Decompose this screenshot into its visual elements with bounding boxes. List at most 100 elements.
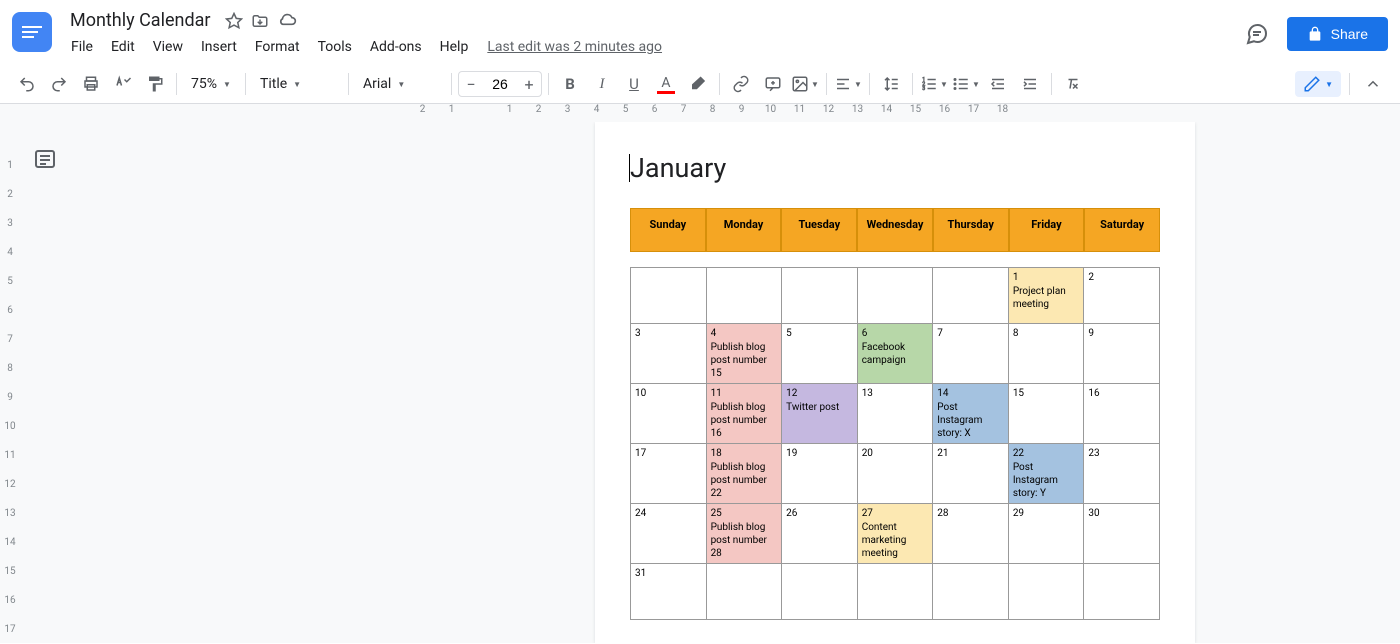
font-size-input[interactable] xyxy=(483,72,517,96)
calendar-cell[interactable]: 8 xyxy=(1008,324,1084,384)
calendar-cell[interactable]: 29 xyxy=(1008,504,1084,564)
calendar-cell[interactable]: 24 xyxy=(631,504,707,564)
clear-format-icon[interactable] xyxy=(1058,69,1088,99)
calendar-cell[interactable]: 27Content marketing meeting xyxy=(857,504,933,564)
calendar-cell[interactable] xyxy=(933,268,1009,324)
numbered-list-icon[interactable]: 123▼ xyxy=(919,69,949,99)
zoom-select[interactable]: 75%▼ xyxy=(183,69,239,99)
calendar-cell[interactable]: 31 xyxy=(631,564,707,620)
calendar-cell[interactable] xyxy=(706,268,782,324)
menu-file[interactable]: File xyxy=(64,35,100,59)
text-color-icon[interactable]: A xyxy=(651,69,681,99)
calendar-cell[interactable]: 22Post Instagram story: Y xyxy=(1008,444,1084,504)
paint-format-icon[interactable] xyxy=(140,69,170,99)
calendar-cell[interactable]: 12Twitter post xyxy=(782,384,858,444)
move-icon[interactable] xyxy=(251,12,269,30)
calendar-cell[interactable] xyxy=(631,268,707,324)
font-select[interactable]: Arial▼ xyxy=(355,69,445,99)
calendar-cell[interactable] xyxy=(1008,564,1084,620)
calendar-cell[interactable]: 20 xyxy=(857,444,933,504)
calendar-cell[interactable] xyxy=(933,564,1009,620)
undo-icon[interactable] xyxy=(12,69,42,99)
bold-icon[interactable]: B xyxy=(555,69,585,99)
line-spacing-icon[interactable] xyxy=(876,69,906,99)
calendar-cell[interactable]: 5 xyxy=(782,324,858,384)
decrease-size-button[interactable]: − xyxy=(459,72,483,96)
calendar-cell[interactable]: 21 xyxy=(933,444,1009,504)
outline-icon[interactable] xyxy=(33,147,57,171)
calendar-cell[interactable]: 9 xyxy=(1084,324,1160,384)
ruler-tick: 4 xyxy=(582,104,611,115)
day-number: 23 xyxy=(1088,447,1155,460)
calendar-cell[interactable]: 13 xyxy=(857,384,933,444)
menu-edit[interactable]: Edit xyxy=(104,35,142,59)
menu-view[interactable]: View xyxy=(146,35,190,59)
calendar-cell[interactable] xyxy=(857,564,933,620)
docs-logo[interactable] xyxy=(12,12,52,52)
increase-size-button[interactable]: + xyxy=(517,72,541,96)
calendar-cell[interactable]: 2 xyxy=(1084,268,1160,324)
menu-tools[interactable]: Tools xyxy=(311,35,359,59)
horizontal-ruler[interactable]: 21123456789101112131415161718 xyxy=(0,104,1400,122)
calendar-cell[interactable]: 28 xyxy=(933,504,1009,564)
calendar-body[interactable]: 1Project plan meeting234Publish blog pos… xyxy=(630,267,1160,620)
calendar-cell[interactable]: 3 xyxy=(631,324,707,384)
calendar-cell[interactable] xyxy=(782,564,858,620)
calendar-event: Twitter post xyxy=(786,401,853,414)
calendar-cell[interactable]: 30 xyxy=(1084,504,1160,564)
calendar-cell[interactable]: 18Publish blog post number 22 xyxy=(706,444,782,504)
calendar-cell[interactable]: 15 xyxy=(1008,384,1084,444)
doc-title[interactable]: Monthly Calendar xyxy=(64,8,217,33)
paragraph-style-select[interactable]: Title▼ xyxy=(252,69,342,99)
image-icon[interactable]: ▼ xyxy=(790,69,820,99)
last-edit[interactable]: Last edit was 2 minutes ago xyxy=(487,39,662,55)
spellcheck-icon[interactable] xyxy=(108,69,138,99)
calendar-cell[interactable]: 26 xyxy=(782,504,858,564)
cloud-icon[interactable] xyxy=(277,11,297,31)
link-icon[interactable] xyxy=(726,69,756,99)
redo-icon[interactable] xyxy=(44,69,74,99)
align-icon[interactable]: ▼ xyxy=(833,69,863,99)
decrease-indent-icon[interactable] xyxy=(983,69,1013,99)
calendar-cell[interactable]: 19 xyxy=(782,444,858,504)
chevron-down-icon: ▼ xyxy=(940,80,948,89)
italic-icon[interactable]: I xyxy=(587,69,617,99)
calendar-cell[interactable]: 25Publish blog post number 28 xyxy=(706,504,782,564)
menu-addons[interactable]: Add-ons xyxy=(363,35,429,59)
calendar-cell[interactable]: 23 xyxy=(1084,444,1160,504)
menu-help[interactable]: Help xyxy=(433,35,476,59)
ruler-tick: 1 xyxy=(0,151,20,180)
menu-insert[interactable]: Insert xyxy=(194,35,244,59)
document-page[interactable]: January SundayMondayTuesdayWednesdayThur… xyxy=(595,122,1195,643)
calendar-cell[interactable] xyxy=(706,564,782,620)
star-icon[interactable] xyxy=(225,12,243,30)
print-icon[interactable] xyxy=(76,69,106,99)
ruler-tick: 3 xyxy=(553,104,582,115)
ruler-tick: 7 xyxy=(0,325,20,354)
calendar-cell[interactable]: 11Publish blog post number 16 xyxy=(706,384,782,444)
menu-format[interactable]: Format xyxy=(248,35,307,59)
collapse-icon[interactable] xyxy=(1358,69,1388,99)
increase-indent-icon[interactable] xyxy=(1015,69,1045,99)
underline-icon[interactable]: U xyxy=(619,69,649,99)
highlight-icon[interactable] xyxy=(683,69,713,99)
vertical-ruler[interactable]: 1234567891011121314151617 xyxy=(0,122,20,643)
add-comment-icon[interactable] xyxy=(758,69,788,99)
calendar-cell[interactable] xyxy=(1084,564,1160,620)
bullet-list-icon[interactable]: ▼ xyxy=(951,69,981,99)
calendar-cell[interactable]: 10 xyxy=(631,384,707,444)
comments-icon[interactable] xyxy=(1239,16,1275,52)
calendar-cell[interactable]: 6Facebook campaign xyxy=(857,324,933,384)
calendar-cell[interactable]: 4Publish blog post number 15 xyxy=(706,324,782,384)
calendar-cell[interactable]: 14Post Instagram story: X xyxy=(933,384,1009,444)
editing-mode-button[interactable]: ▼ xyxy=(1295,71,1341,97)
calendar-cell[interactable]: 7 xyxy=(933,324,1009,384)
month-title[interactable]: January xyxy=(630,152,1160,184)
chevron-down-icon: ▼ xyxy=(293,80,301,89)
calendar-cell[interactable]: 17 xyxy=(631,444,707,504)
share-button[interactable]: Share xyxy=(1287,17,1388,51)
calendar-cell[interactable]: 16 xyxy=(1084,384,1160,444)
calendar-cell[interactable] xyxy=(782,268,858,324)
calendar-cell[interactable] xyxy=(857,268,933,324)
calendar-cell[interactable]: 1Project plan meeting xyxy=(1008,268,1084,324)
